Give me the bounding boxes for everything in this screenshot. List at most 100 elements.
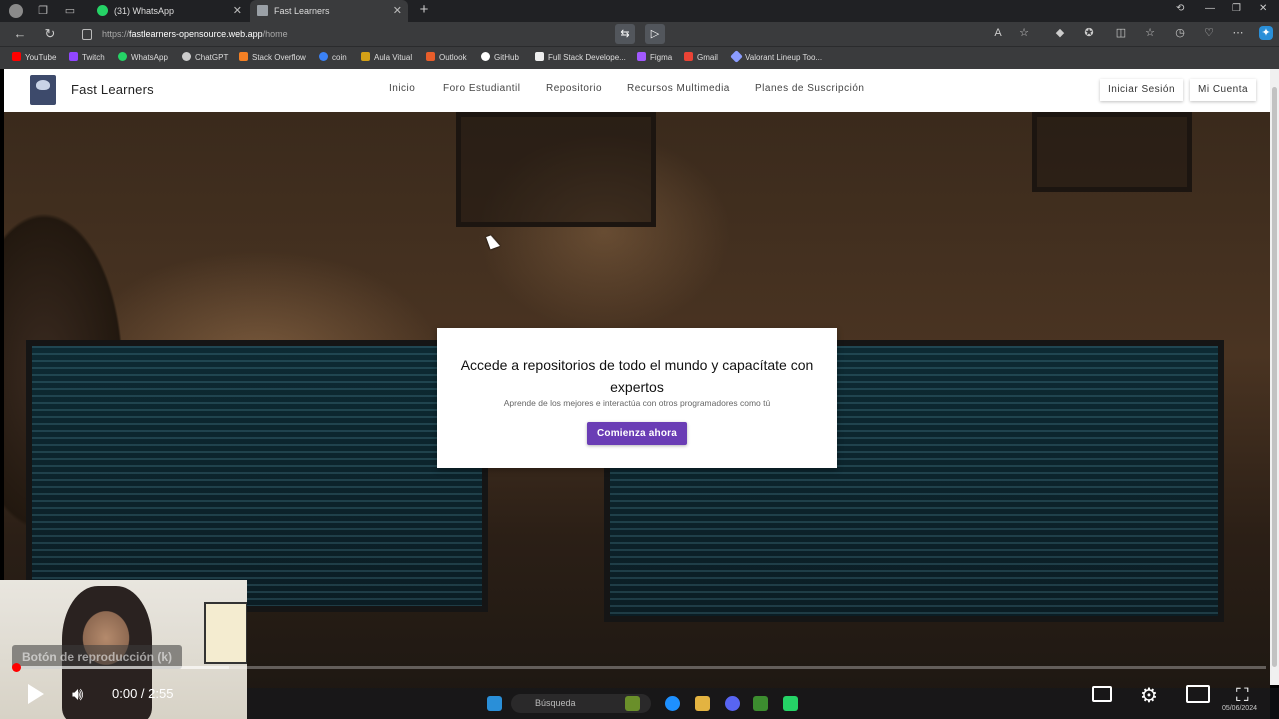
brand-name[interactable]: Fast Learners bbox=[71, 82, 154, 97]
address-bar-row: ← ↻ https://fastlearners-opensource.web.… bbox=[0, 22, 1279, 46]
bookmark-label: YouTube bbox=[25, 53, 57, 62]
bookmark-label: Twitch bbox=[82, 53, 105, 62]
cast-icon[interactable]: ⇆ bbox=[615, 24, 635, 44]
split-screen-icon[interactable]: ◫ bbox=[1114, 26, 1128, 40]
video-ai-icon[interactable]: ▷ bbox=[645, 24, 665, 44]
gmail-icon bbox=[684, 52, 693, 61]
login-button[interactable]: Iniciar Sesión bbox=[1100, 79, 1184, 101]
windows-taskbar: Búsqueda 05/06/2024 bbox=[247, 688, 1279, 719]
monitor-left bbox=[26, 340, 488, 612]
figma-icon bbox=[637, 52, 646, 61]
bookmark-youtube[interactable]: YouTube bbox=[12, 52, 56, 64]
bookmark-twitch[interactable]: Twitch bbox=[69, 52, 105, 64]
bookmark-valorant[interactable]: Valorant Lineup Too... bbox=[730, 50, 822, 64]
back-arrow-icon[interactable]: ← bbox=[12, 26, 28, 42]
workspaces-icon[interactable]: ❐ bbox=[36, 4, 50, 18]
browser-essentials-icon[interactable]: ♡ bbox=[1202, 26, 1216, 40]
tab-title: Fast Learners bbox=[274, 6, 330, 16]
whatsapp-icon bbox=[118, 52, 127, 61]
url-path: /home bbox=[262, 29, 288, 39]
nav-inicio[interactable]: Inicio bbox=[389, 83, 415, 94]
youtube-icon bbox=[12, 52, 21, 61]
history-icon[interactable]: ◷ bbox=[1173, 26, 1187, 40]
nav-planes-suscripcion[interactable]: Planes de Suscripción bbox=[755, 83, 864, 94]
more-menu-icon[interactable]: ⋯ bbox=[1231, 26, 1245, 40]
copilot-icon[interactable]: ✦ bbox=[1259, 26, 1273, 40]
volume-icon[interactable]: 🔊︎ bbox=[72, 684, 83, 705]
my-account-button[interactable]: Mi Cuenta bbox=[1190, 79, 1257, 101]
page-scrollbar[interactable] bbox=[1270, 69, 1279, 685]
github-icon bbox=[481, 52, 490, 61]
favorite-star-icon[interactable]: ☆ bbox=[1017, 26, 1031, 40]
favorites-icon[interactable]: ☆ bbox=[1143, 26, 1157, 40]
tab-whatsapp[interactable]: (31) WhatsApp ✕ bbox=[90, 0, 248, 22]
minecraft-icon[interactable] bbox=[753, 696, 768, 711]
bookmark-figma[interactable]: Figma bbox=[637, 52, 672, 64]
outlook-icon bbox=[426, 52, 435, 61]
extension-diamond-icon[interactable]: ◆ bbox=[1053, 26, 1067, 40]
progress-scrubber[interactable] bbox=[12, 663, 21, 672]
video-progress-bar[interactable] bbox=[12, 663, 1266, 672]
bookmark-label: coin bbox=[332, 53, 347, 62]
bookmarks-bar: YouTube Twitch WhatsApp ChatGPT Stack Ov… bbox=[0, 46, 1279, 69]
maximize-button[interactable]: ❐ bbox=[1232, 3, 1241, 14]
coin-icon bbox=[319, 52, 328, 61]
tab-actions-icon[interactable]: ▭ bbox=[63, 4, 77, 18]
close-tab-icon[interactable]: ✕ bbox=[233, 0, 242, 22]
chatgpt-icon bbox=[182, 52, 191, 61]
monitor-screen bbox=[32, 346, 482, 606]
bookmark-aula-vitual[interactable]: Aula Vitual bbox=[361, 52, 412, 64]
whatsapp-taskbar-icon[interactable] bbox=[783, 696, 798, 711]
full-stack-icon bbox=[535, 52, 544, 61]
nav-recursos-multimedia[interactable]: Recursos Multimedia bbox=[627, 83, 730, 94]
tab-fast-learners[interactable]: Fast Learners ✕ bbox=[250, 0, 408, 22]
page-favicon-icon bbox=[257, 5, 268, 16]
taskbar-search-label: Búsqueda bbox=[535, 698, 576, 708]
browser-tab-bar: ❐ ▭ (31) WhatsApp ✕ Fast Learners ✕ + ⟲ … bbox=[0, 0, 1279, 22]
play-icon[interactable] bbox=[28, 684, 44, 704]
minimize-button[interactable]: — bbox=[1205, 3, 1215, 14]
bookmark-full-stack[interactable]: Full Stack Develope... bbox=[535, 52, 626, 64]
settings-gear-icon[interactable]: ⚙ bbox=[1140, 683, 1158, 708]
hero-card: Accede a repositorios de todo el mundo y… bbox=[437, 328, 837, 468]
get-started-button[interactable]: Comienza ahora bbox=[586, 422, 688, 445]
wall-frame bbox=[456, 112, 656, 227]
close-window-button[interactable]: ✕ bbox=[1259, 3, 1267, 14]
bookmark-stack-overflow[interactable]: Stack Overflow bbox=[239, 52, 306, 64]
discord-icon[interactable] bbox=[725, 696, 740, 711]
start-icon[interactable] bbox=[487, 696, 502, 711]
owl-logo-icon[interactable] bbox=[30, 75, 56, 105]
bookmark-gmail[interactable]: Gmail bbox=[684, 52, 718, 64]
whatsapp-favicon-icon bbox=[97, 5, 108, 16]
bookmark-outlook[interactable]: Outlook bbox=[426, 52, 467, 64]
extensions-puzzle-icon[interactable]: ✪ bbox=[1082, 26, 1096, 40]
subtitles-icon[interactable] bbox=[1092, 686, 1112, 702]
bookmark-whatsapp[interactable]: WhatsApp bbox=[118, 52, 168, 64]
edge-icon[interactable] bbox=[665, 696, 680, 711]
game-app-icon[interactable] bbox=[625, 696, 640, 711]
lock-icon bbox=[82, 29, 92, 41]
bookmark-label: GitHub bbox=[494, 53, 519, 62]
file-explorer-icon[interactable] bbox=[695, 696, 710, 711]
bookmark-coin[interactable]: coin bbox=[319, 52, 347, 64]
stack-overflow-icon bbox=[239, 52, 248, 61]
read-aloud-icon[interactable]: A bbox=[991, 26, 1005, 40]
close-tab-icon[interactable]: ✕ bbox=[393, 0, 402, 22]
site-navbar: Fast Learners Inicio Foro Estudiantil Re… bbox=[4, 69, 1270, 113]
fullscreen-icon[interactable]: ⛶ bbox=[1236, 685, 1249, 706]
bookmark-label: Figma bbox=[650, 53, 673, 62]
hero-subtitle: Aprende de los mejores e interactúa con … bbox=[503, 398, 771, 408]
bookmark-label: Stack Overflow bbox=[252, 53, 306, 62]
nav-foro-estudiantil[interactable]: Foro Estudiantil bbox=[443, 83, 520, 94]
profile-avatar[interactable] bbox=[9, 4, 23, 18]
nav-repositorio[interactable]: Repositorio bbox=[546, 83, 602, 94]
hero-title: Accede a repositorios de todo el mundo y… bbox=[460, 357, 814, 395]
reload-icon[interactable]: ↻ bbox=[42, 26, 58, 42]
bookmark-github[interactable]: GitHub bbox=[481, 52, 519, 64]
miniplayer-icon[interactable] bbox=[1186, 685, 1210, 703]
bookmark-chatgpt[interactable]: ChatGPT bbox=[182, 52, 228, 64]
restore-tabs-icon[interactable]: ⟲ bbox=[1176, 3, 1184, 14]
scrollbar-thumb[interactable] bbox=[1272, 87, 1277, 667]
url-field[interactable]: https://fastlearners-opensource.web.app/… bbox=[74, 24, 674, 44]
new-tab-button[interactable]: + bbox=[416, 2, 432, 18]
